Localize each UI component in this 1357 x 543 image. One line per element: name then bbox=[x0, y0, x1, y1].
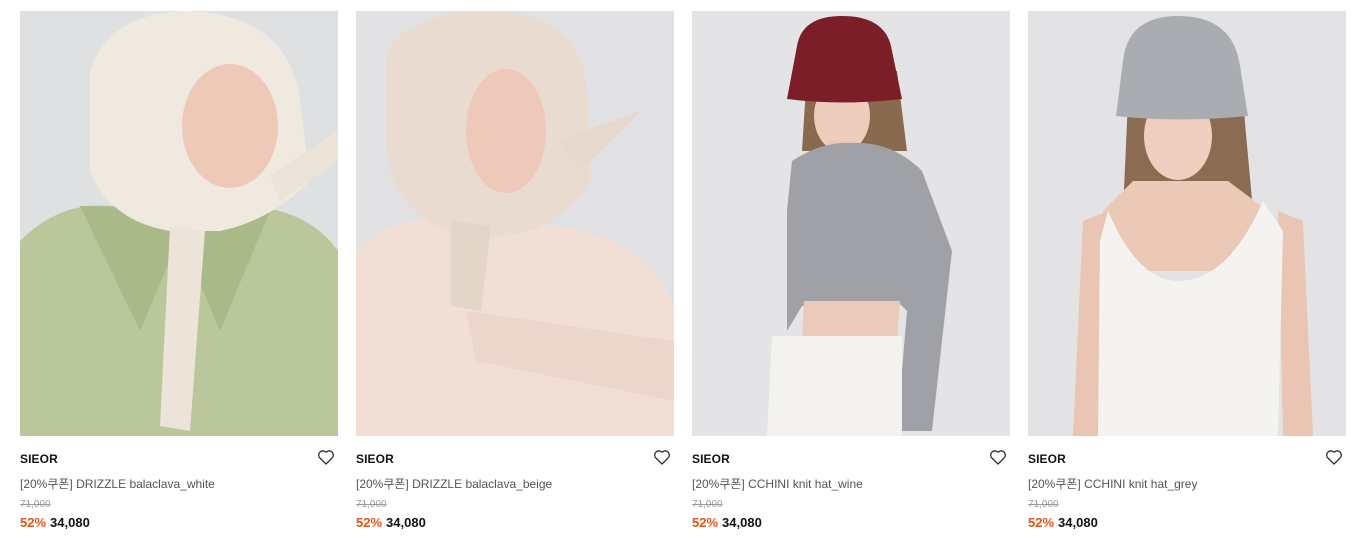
wishlist-button[interactable] bbox=[652, 447, 672, 467]
heart-outline-icon bbox=[318, 450, 334, 465]
brand-name[interactable]: SIEOR bbox=[356, 452, 394, 466]
discount-rate: 52% bbox=[692, 515, 719, 530]
original-price: 71,000 bbox=[692, 499, 723, 510]
heart-outline-icon bbox=[990, 450, 1006, 465]
wishlist-button[interactable] bbox=[1324, 447, 1344, 467]
heart-outline-icon bbox=[1326, 450, 1342, 465]
original-price: 71,000 bbox=[20, 499, 51, 510]
product-image[interactable] bbox=[692, 11, 1010, 436]
original-price: 71,000 bbox=[356, 499, 387, 510]
sale-price: 34,080 bbox=[50, 515, 90, 530]
product-name[interactable]: [20%쿠폰] DRIZZLE balaclava_white bbox=[20, 475, 215, 492]
wishlist-button[interactable] bbox=[316, 447, 336, 467]
sale-price: 34,080 bbox=[386, 515, 426, 530]
product-card[interactable]: SIEOR [20%쿠폰] DRIZZLE balaclava_beige 71… bbox=[356, 11, 674, 536]
product-name[interactable]: [20%쿠폰] CCHINI knit hat_wine bbox=[692, 475, 863, 492]
product-card[interactable]: SIEOR [20%쿠폰] CCHINI knit hat_wine 71,00… bbox=[692, 11, 1010, 536]
product-image[interactable] bbox=[1028, 11, 1346, 436]
product-card[interactable]: SIEOR [20%쿠폰] CCHINI knit hat_grey 71,00… bbox=[1028, 11, 1346, 536]
discount-rate: 52% bbox=[20, 515, 47, 530]
product-card[interactable]: SIEOR [20%쿠폰] DRIZZLE balaclava_white 71… bbox=[20, 11, 338, 536]
price-row: 52% 34,080 bbox=[1028, 515, 1098, 530]
sale-price: 34,080 bbox=[1058, 515, 1098, 530]
product-photo-knit-hat-grey bbox=[1028, 11, 1346, 436]
heart-outline-icon bbox=[654, 450, 670, 465]
product-image[interactable] bbox=[356, 11, 674, 436]
price-row: 52% 34,080 bbox=[356, 515, 426, 530]
product-photo-balaclava-white bbox=[20, 11, 338, 436]
price-row: 52% 34,080 bbox=[692, 515, 762, 530]
product-name[interactable]: [20%쿠폰] CCHINI knit hat_grey bbox=[1028, 475, 1197, 492]
price-row: 52% 34,080 bbox=[20, 515, 90, 530]
product-photo-knit-hat-wine bbox=[692, 11, 1010, 436]
product-grid: SIEOR [20%쿠폰] DRIZZLE balaclava_white 71… bbox=[0, 0, 1357, 543]
original-price: 71,000 bbox=[1028, 499, 1059, 510]
product-image[interactable] bbox=[20, 11, 338, 436]
discount-rate: 52% bbox=[1028, 515, 1055, 530]
brand-name[interactable]: SIEOR bbox=[692, 452, 730, 466]
sale-price: 34,080 bbox=[722, 515, 762, 530]
brand-name[interactable]: SIEOR bbox=[20, 452, 58, 466]
discount-rate: 52% bbox=[356, 515, 383, 530]
product-name[interactable]: [20%쿠폰] DRIZZLE balaclava_beige bbox=[356, 475, 552, 492]
wishlist-button[interactable] bbox=[988, 447, 1008, 467]
brand-name[interactable]: SIEOR bbox=[1028, 452, 1066, 466]
product-photo-balaclava-beige bbox=[356, 11, 674, 436]
